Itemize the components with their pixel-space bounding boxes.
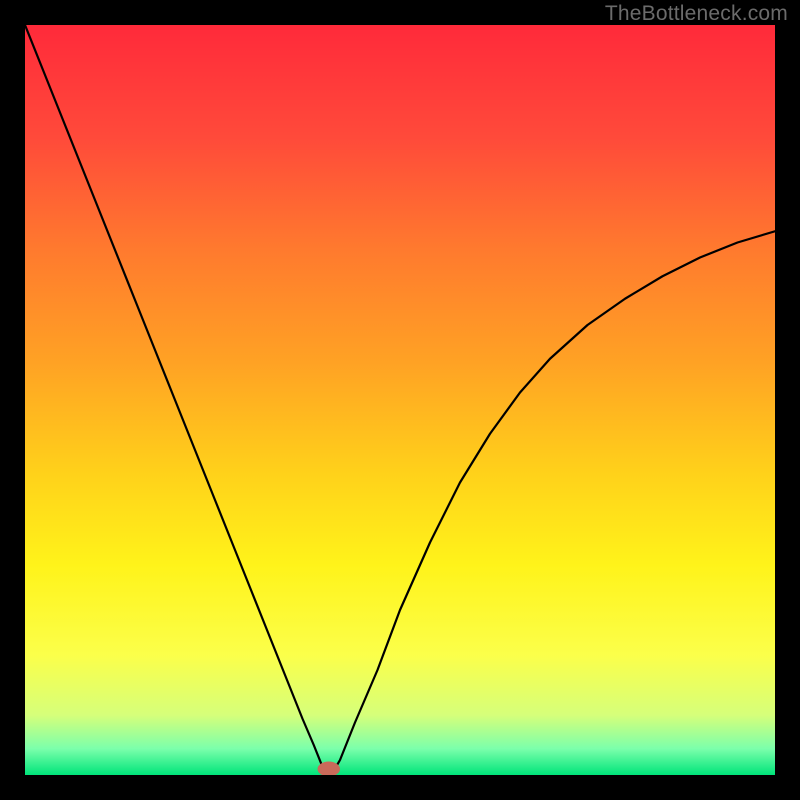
chart-frame: TheBottleneck.com [0, 0, 800, 800]
plot-area [25, 25, 775, 775]
bottleneck-chart [25, 25, 775, 775]
watermark-text: TheBottleneck.com [605, 2, 788, 26]
gradient-background [25, 25, 775, 775]
